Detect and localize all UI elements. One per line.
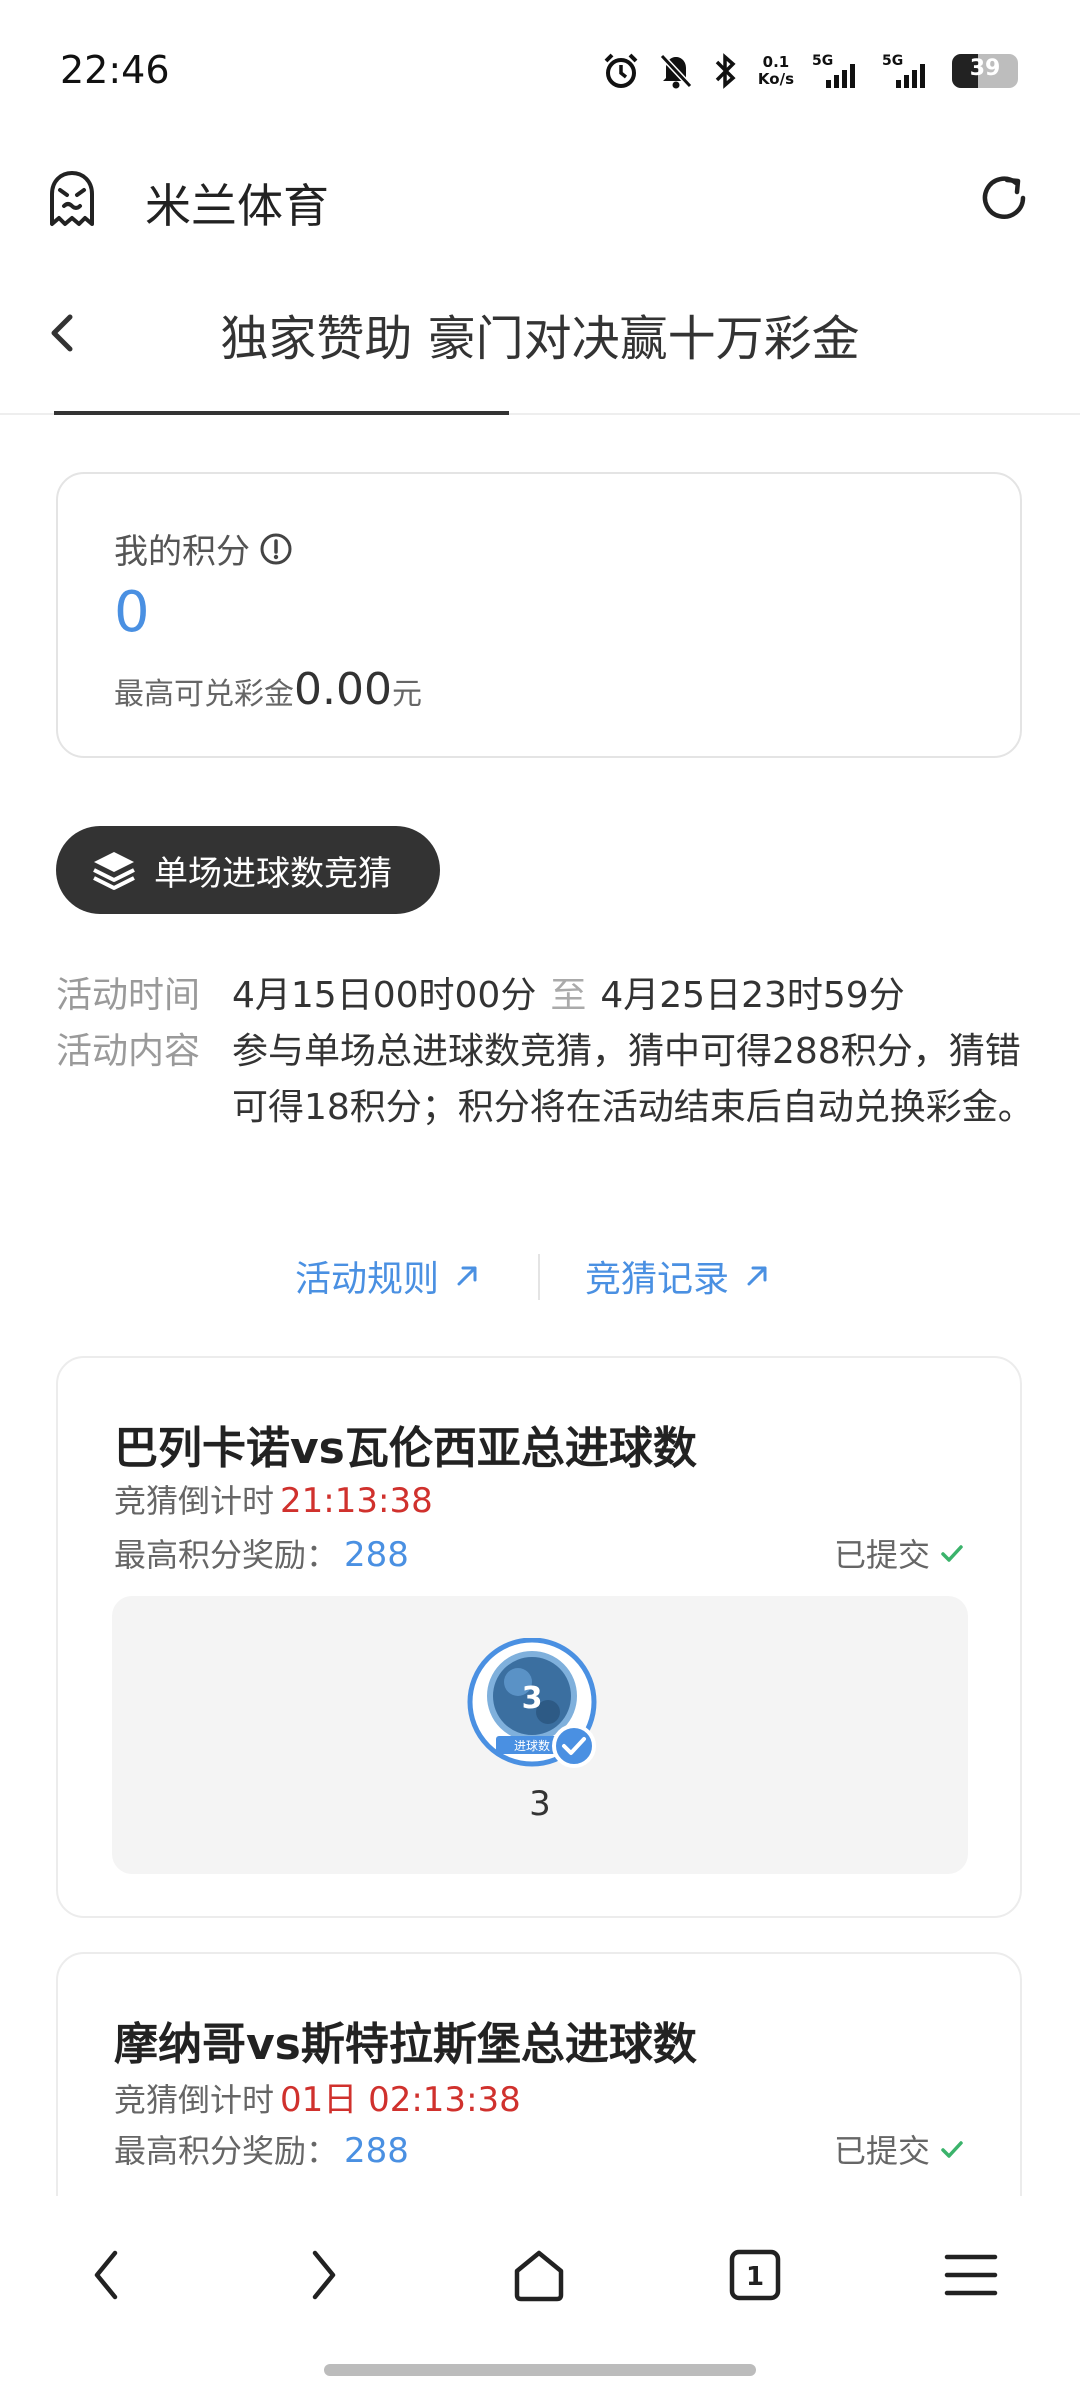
points-label: 我的积分 xyxy=(114,524,294,573)
ghost-icon[interactable] xyxy=(42,168,102,228)
svg-text:进球数: 进球数 xyxy=(514,1738,550,1753)
external-arrow-icon xyxy=(457,1266,477,1286)
svg-text:3: 3 xyxy=(522,1681,543,1716)
countdown-line: 竞猜倒计时 21:13:38 xyxy=(114,1481,433,1521)
title-underline xyxy=(54,411,509,415)
match-title: 摩纳哥vs斯特拉斯堡总进球数 xyxy=(114,2019,697,2070)
reward-line: 最高积分奖励： 288 xyxy=(114,1535,409,1575)
home-icon xyxy=(514,2250,564,2302)
guess-value: 3 xyxy=(529,1784,551,1824)
layers-icon xyxy=(93,852,135,890)
battery-level: 39 xyxy=(969,56,1001,81)
countdown-value: 01日 02:13:38 xyxy=(280,2080,521,2120)
status-bar: 22:46 0.1 Ko/s 5G 5G 39 xyxy=(0,0,1080,140)
countdown-line: 竞猜倒计时 01日 02:13:38 xyxy=(114,2080,521,2120)
svg-text:1: 1 xyxy=(746,2262,764,2292)
nav-home-button[interactable] xyxy=(504,2240,574,2310)
guess-category-label: 单场进球数竞猜 xyxy=(154,853,392,894)
status-icons: 0.1 Ko/s 5G 5G 39 xyxy=(602,52,1018,90)
battery-icon: 39 xyxy=(952,54,1018,88)
activity-links: 活动规则 竞猜记录 xyxy=(0,1250,1080,1310)
activity-content-key: 活动内容 xyxy=(56,1031,201,1072)
activity-content-row: 活动内容 参与单场总进球数竞猜，猜中可得288积分，猜错可得18积分；积分将在活… xyxy=(56,1024,1036,1136)
activity-time-key: 活动时间 xyxy=(56,975,201,1016)
reward-value: 288 xyxy=(344,2131,409,2171)
bluetooth-icon xyxy=(712,52,740,90)
nav-forward-button[interactable] xyxy=(288,2240,358,2310)
back-arrow-icon xyxy=(94,2250,118,2300)
tabs-icon: 1 xyxy=(729,2249,781,2301)
nav-menu-button[interactable] xyxy=(936,2240,1006,2310)
guess-box: 3 进球数 3 xyxy=(112,1596,968,1874)
reward-line: 最高积分奖励： 288 xyxy=(114,2131,409,2171)
activity-content-value: 参与单场总进球数竞猜，猜中可得288积分，猜错可得18积分；积分将在活动结束后自… xyxy=(232,1031,1034,1128)
match-card: 巴列卡诺vs瓦伦西亚总进球数 竞猜倒计时 21:13:38 最高积分奖励： 288 … xyxy=(56,1356,1022,1918)
reward-value: 288 xyxy=(344,1535,409,1575)
signal-icon: 5G xyxy=(882,52,934,90)
browser-bottom-nav: 1 xyxy=(0,2196,1080,2400)
mute-icon xyxy=(658,52,694,90)
status-time: 22:46 xyxy=(60,48,170,92)
guess-category-button[interactable]: 单场进球数竞猜 xyxy=(56,826,440,914)
points-card: 我的积分 0 最高可兑彩金0.00元 xyxy=(56,472,1022,758)
match-card: 摩纳哥vs斯特拉斯堡总进球数 竞猜倒计时 01日 02:13:38 最高积分奖励：… xyxy=(56,1952,1022,2232)
refresh-icon[interactable] xyxy=(976,170,1032,226)
nav-back-button[interactable] xyxy=(72,2240,142,2310)
exchange-line: 最高可兑彩金0.00元 xyxy=(114,664,422,715)
exchange-amount: 0.00 xyxy=(294,664,392,715)
svg-text:5G: 5G xyxy=(882,53,903,69)
alarm-icon xyxy=(602,52,640,90)
check-icon xyxy=(941,2141,963,2158)
submitted-status: 已提交 xyxy=(834,1530,966,1576)
activity-time-row: 活动时间 4月15日00时00分至 4月25日23时59分 xyxy=(56,968,1036,1024)
rules-link[interactable]: 活动规则 xyxy=(295,1250,481,1302)
external-arrow-icon xyxy=(747,1266,767,1286)
activity-time-value: 4月15日00时00分至 4月25日23时59分 xyxy=(232,975,905,1016)
menu-icon xyxy=(944,2254,998,2296)
submitted-status: 已提交 xyxy=(834,2126,966,2172)
page-title: 独家赞助 豪门对决赢十万彩金 xyxy=(220,311,860,367)
activity-info: 活动时间 4月15日00时00分至 4月25日23时59分 活动内容 参与单场总进… xyxy=(56,968,1036,1136)
net-speed: 0.1 Ko/s xyxy=(757,53,794,88)
page-header: 独家赞助 豪门对决赢十万彩金 xyxy=(0,285,1080,415)
browser-header: 米兰体育 xyxy=(0,150,1080,250)
home-indicator[interactable] xyxy=(324,2364,756,2376)
check-icon xyxy=(941,1545,963,1562)
site-title: 米兰体育 xyxy=(145,179,329,233)
countdown-value: 21:13:38 xyxy=(280,1481,433,1521)
match-title: 巴列卡诺vs瓦伦西亚总进球数 xyxy=(114,1423,697,1474)
info-icon[interactable] xyxy=(258,531,294,567)
signal-icon: 5G xyxy=(812,52,864,90)
records-link[interactable]: 竞猜记录 xyxy=(585,1250,771,1302)
svg-text:5G: 5G xyxy=(812,53,833,69)
goal-count-badge-icon[interactable]: 3 进球数 xyxy=(466,1638,602,1774)
link-divider xyxy=(538,1254,540,1300)
points-value: 0 xyxy=(114,580,150,645)
forward-arrow-icon xyxy=(312,2250,336,2300)
nav-tabs-button[interactable]: 1 xyxy=(720,2240,790,2310)
